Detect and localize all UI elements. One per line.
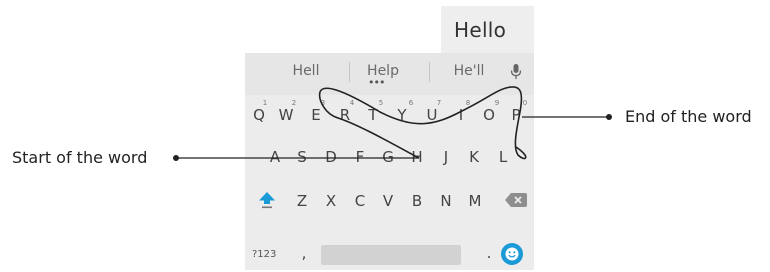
start-annotation-dot bbox=[173, 155, 179, 161]
emoji-icon[interactable] bbox=[501, 243, 523, 265]
key-t[interactable]: T bbox=[367, 106, 379, 124]
key-g[interactable]: G bbox=[382, 148, 394, 166]
space-bar[interactable] bbox=[321, 245, 461, 265]
key-z[interactable]: Z bbox=[296, 192, 308, 210]
start-annotation-label: Start of the word bbox=[12, 148, 148, 167]
key-n[interactable]: N bbox=[440, 192, 452, 210]
key-hint: 1 bbox=[262, 99, 268, 107]
key-hint: 9 bbox=[494, 99, 500, 107]
key-hint: 5 bbox=[378, 99, 384, 107]
key-hint: 4 bbox=[349, 99, 355, 107]
symbols-key[interactable]: ?123 bbox=[252, 249, 276, 260]
key-u[interactable]: U bbox=[426, 106, 438, 124]
key-o[interactable]: O bbox=[483, 106, 495, 124]
key-s[interactable]: S bbox=[296, 148, 308, 166]
key-y[interactable]: Y bbox=[396, 106, 408, 124]
backspace-icon[interactable] bbox=[505, 193, 527, 207]
suggestion-3[interactable]: He'll bbox=[454, 63, 485, 79]
key-hint: 6 bbox=[408, 99, 414, 107]
key-b[interactable]: B bbox=[411, 192, 423, 210]
key-w[interactable]: W bbox=[279, 106, 294, 124]
key-hint: 8 bbox=[465, 99, 471, 107]
key-x[interactable]: X bbox=[325, 192, 337, 210]
end-annotation-dot bbox=[606, 114, 612, 120]
key-hint: 2 bbox=[291, 99, 297, 107]
key-hint: 0 bbox=[522, 99, 528, 107]
end-annotation-label: End of the word bbox=[625, 107, 752, 126]
shift-icon[interactable] bbox=[258, 191, 276, 209]
key-q[interactable]: Q bbox=[253, 106, 265, 124]
key-v[interactable]: V bbox=[382, 192, 394, 210]
key-hint: 3 bbox=[320, 99, 326, 107]
key-d[interactable]: D bbox=[325, 148, 337, 166]
suggestion-bar: Hell Help He'll ••• bbox=[245, 53, 534, 95]
key-c[interactable]: C bbox=[354, 192, 366, 210]
key-i[interactable]: I bbox=[455, 106, 467, 124]
key-hint: 7 bbox=[436, 99, 442, 107]
comma-key[interactable]: , bbox=[298, 244, 310, 262]
key-f[interactable]: F bbox=[354, 148, 366, 166]
key-e[interactable]: E bbox=[310, 106, 322, 124]
typed-word-box: Hello bbox=[441, 6, 534, 53]
suggestion-divider bbox=[429, 62, 430, 82]
key-p[interactable]: P bbox=[510, 106, 522, 124]
keyboard: Hell Help He'll ••• Q W E R T Y U I O P … bbox=[245, 53, 534, 270]
key-l[interactable]: L bbox=[497, 148, 509, 166]
microphone-icon[interactable] bbox=[510, 63, 522, 81]
key-m[interactable]: M bbox=[469, 192, 482, 210]
suggestion-divider bbox=[349, 62, 350, 82]
suggestion-1[interactable]: Hell bbox=[293, 63, 320, 79]
key-j[interactable]: J bbox=[440, 148, 452, 166]
key-h[interactable]: H bbox=[411, 148, 423, 166]
key-k[interactable]: K bbox=[468, 148, 480, 166]
period-key[interactable]: . bbox=[483, 244, 495, 262]
key-r[interactable]: R bbox=[339, 106, 351, 124]
key-a[interactable]: A bbox=[269, 148, 281, 166]
more-suggestions-indicator[interactable]: ••• bbox=[368, 77, 385, 88]
